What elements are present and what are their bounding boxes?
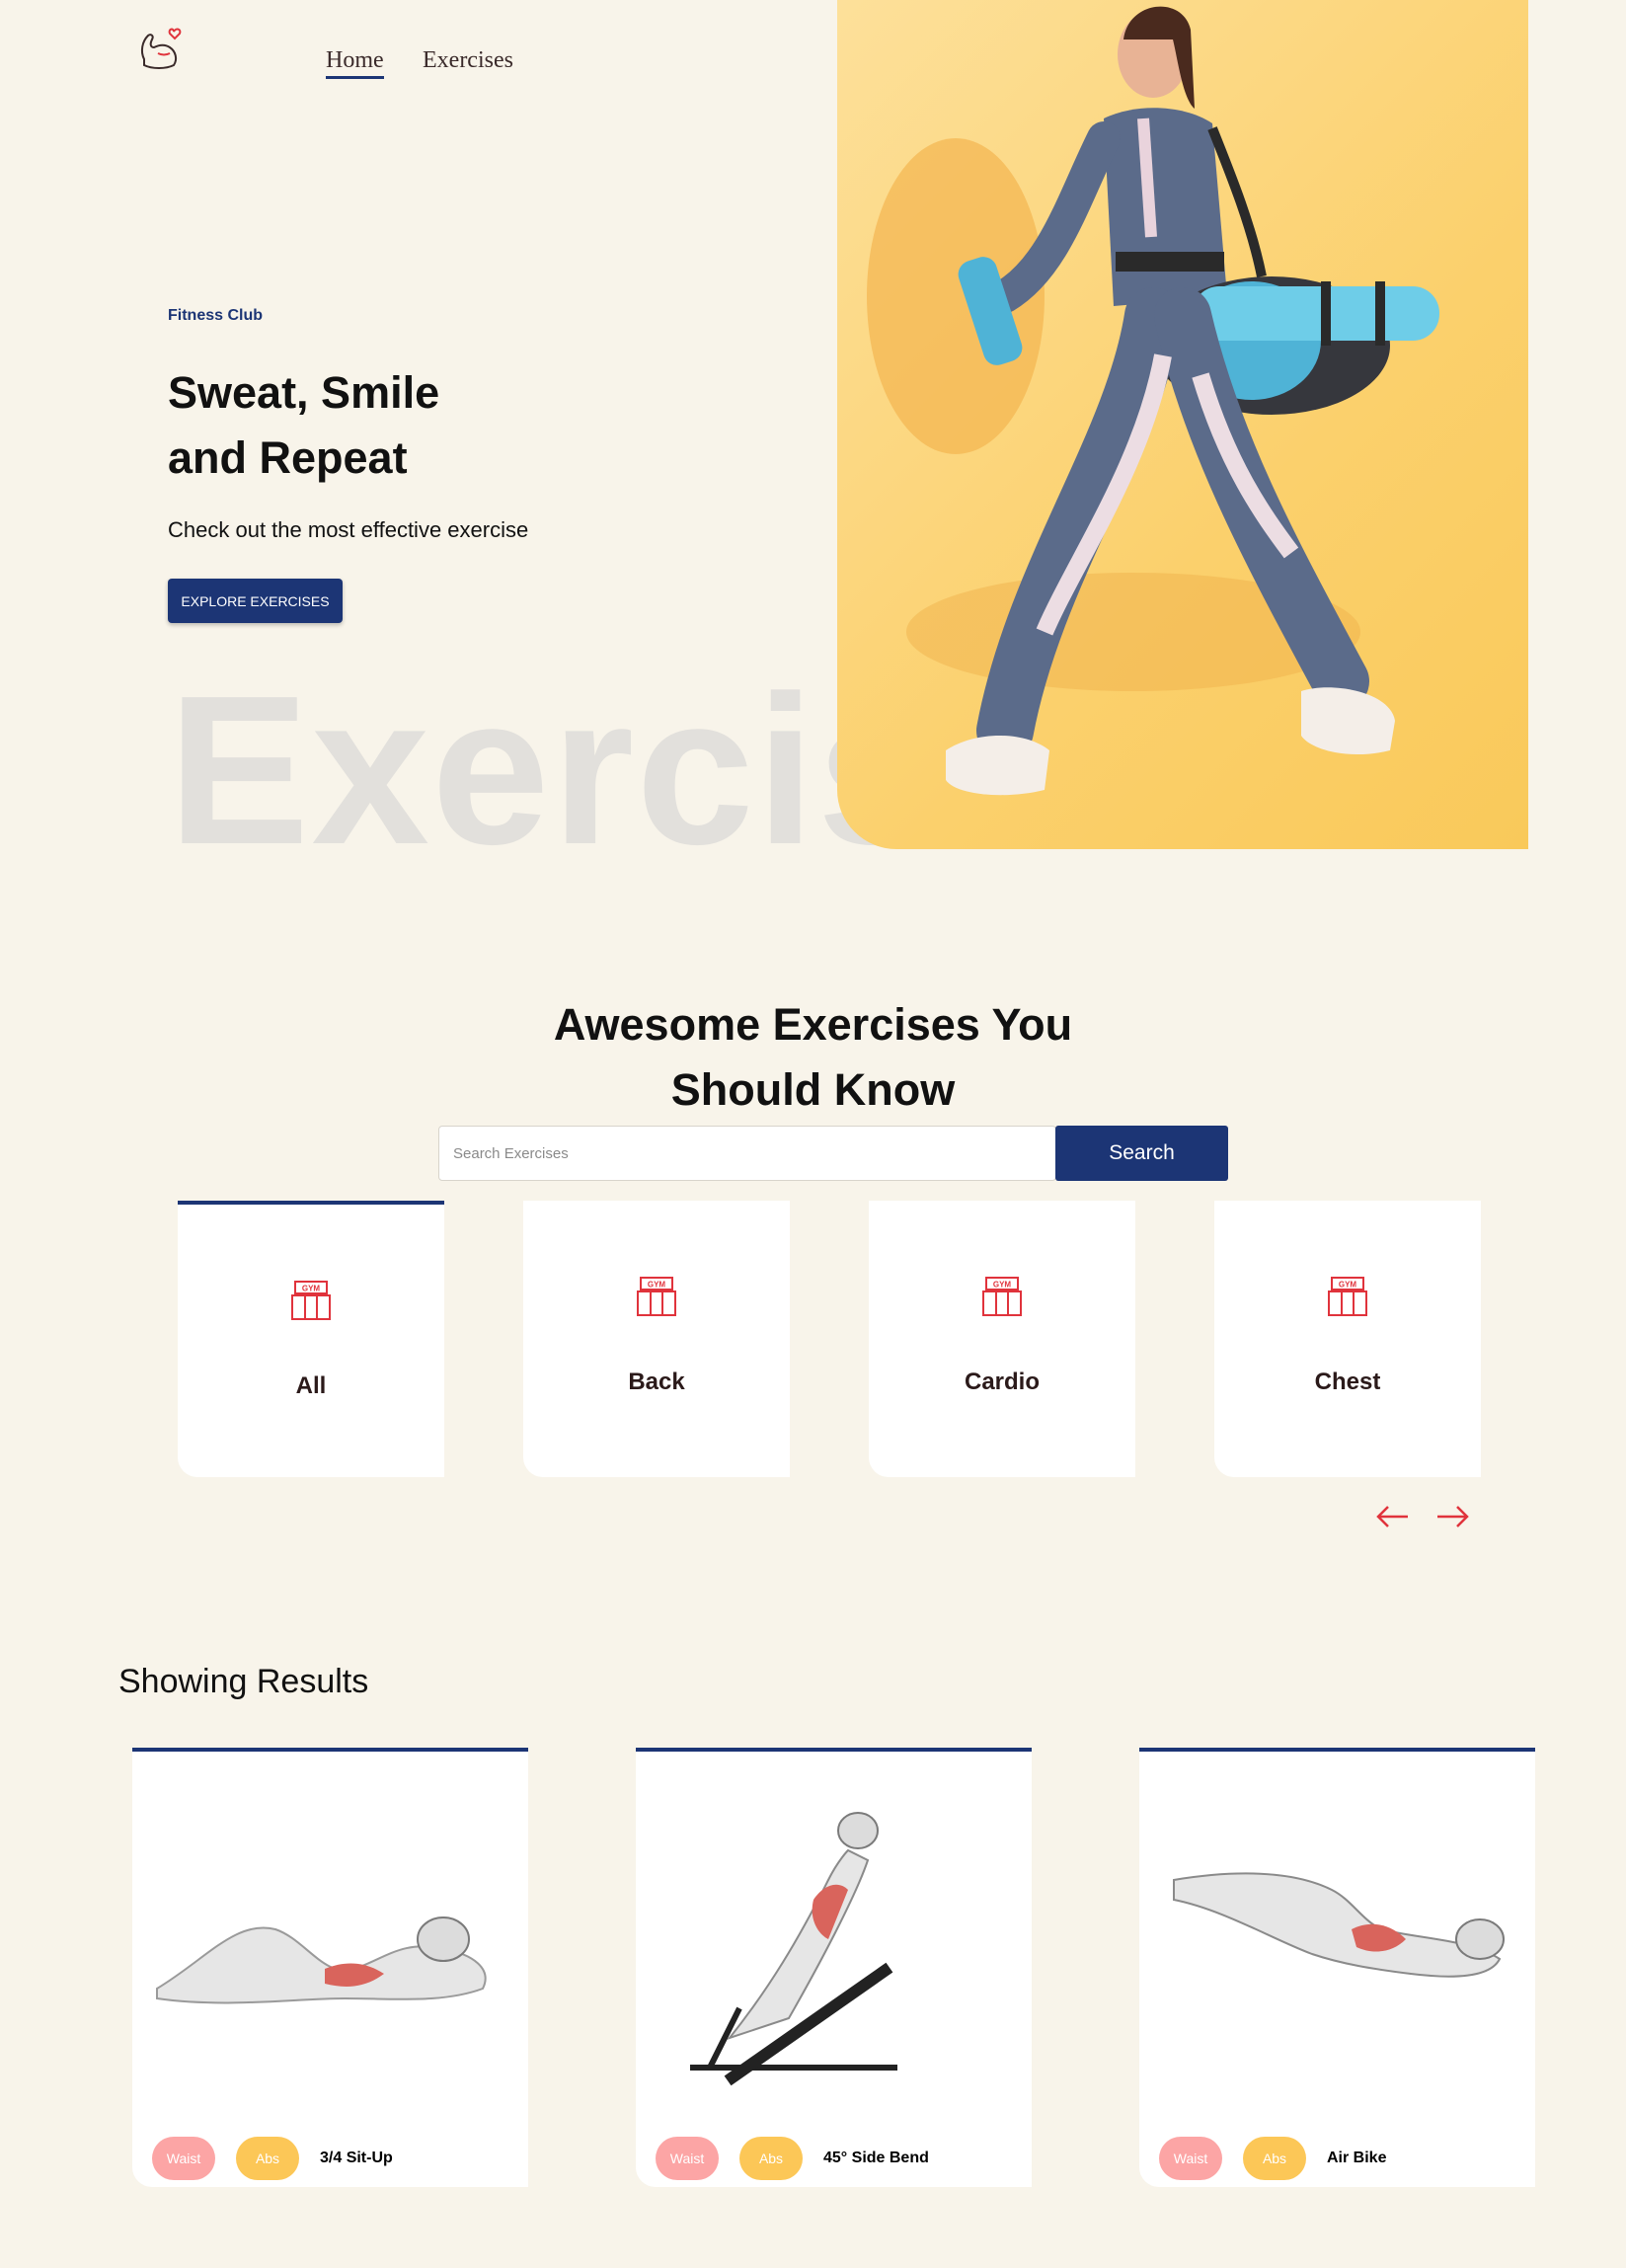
exercise-illustration (156, 1916, 487, 2004)
gym-icon: GYM (637, 1277, 676, 1316)
hero-title-line1: Sweat, Smile (168, 367, 440, 418)
exercise-card[interactable]: Waist Abs 3/4 Sit-Up (132, 1748, 528, 2187)
arrow-right-icon[interactable] (1434, 1501, 1470, 1532)
hero-banner-image (837, 0, 1528, 849)
gym-icon: GYM (982, 1277, 1022, 1316)
search-input[interactable] (438, 1126, 1056, 1181)
category-label-cardio: Cardio (964, 1369, 1040, 1395)
gym-icon: GYM (291, 1281, 331, 1320)
hero-title: Sweat, Smile and Repeat (168, 360, 612, 491)
svg-text:GYM: GYM (648, 1281, 666, 1290)
tag-waist[interactable]: Waist (1159, 2137, 1222, 2180)
section-title: Awesome Exercises You Should Know (0, 992, 1626, 1123)
tag-waist[interactable]: Waist (152, 2137, 215, 2180)
svg-text:GYM: GYM (302, 1285, 321, 1293)
category-card-all[interactable]: GYM All (178, 1201, 444, 1477)
exercise-name: 45° Side Bend (823, 2150, 929, 2166)
hero-subtitle: Check out the most effective exercise (168, 517, 529, 542)
category-label-all: All (295, 1372, 327, 1399)
hero-title-line2: and Repeat (168, 432, 408, 483)
section-title-line2: Should Know (670, 1064, 956, 1115)
exercise-name: 3/4 Sit-Up (320, 2150, 393, 2166)
nav-home-link[interactable]: Home (326, 47, 384, 79)
exercise-card[interactable]: Waist Abs 45° Side Bend (636, 1748, 1032, 2187)
arrow-left-icon[interactable] (1375, 1501, 1411, 1532)
category-card-chest[interactable]: GYM Chest (1214, 1201, 1481, 1477)
tag-abs[interactable]: Abs (739, 2137, 803, 2180)
exercise-illustration (1173, 1872, 1505, 1978)
category-card-back[interactable]: GYM Back (523, 1201, 790, 1477)
gym-icon: GYM (1328, 1277, 1367, 1316)
svg-text:GYM: GYM (1339, 1281, 1357, 1290)
logo-arm-heart-icon[interactable] (136, 26, 188, 77)
hero-background-word: Exercis (168, 651, 938, 889)
tag-waist[interactable]: Waist (656, 2137, 719, 2180)
category-label-back: Back (628, 1369, 685, 1395)
tag-abs[interactable]: Abs (1243, 2137, 1306, 2180)
category-card-cardio[interactable]: GYM Cardio (869, 1201, 1135, 1477)
exercise-illustration (690, 1812, 897, 2086)
explore-exercises-button[interactable]: EXPLORE EXERCISES (168, 579, 343, 623)
tag-abs[interactable]: Abs (236, 2137, 299, 2180)
category-label-chest: Chest (1314, 1369, 1381, 1395)
hero-eyebrow: Fitness Club (168, 307, 264, 324)
exercise-name: Air Bike (1327, 2150, 1387, 2166)
results-title: Showing Results (118, 1663, 369, 1700)
nav-exercises-link[interactable]: Exercises (423, 47, 513, 74)
woman-with-yoga-mat-illustration (867, 6, 1439, 796)
svg-text:GYM: GYM (993, 1281, 1012, 1290)
exercise-card[interactable]: Waist Abs Air Bike (1139, 1748, 1535, 2187)
section-title-line1: Awesome Exercises You (553, 999, 1073, 1050)
search-button[interactable]: Search (1055, 1126, 1228, 1181)
